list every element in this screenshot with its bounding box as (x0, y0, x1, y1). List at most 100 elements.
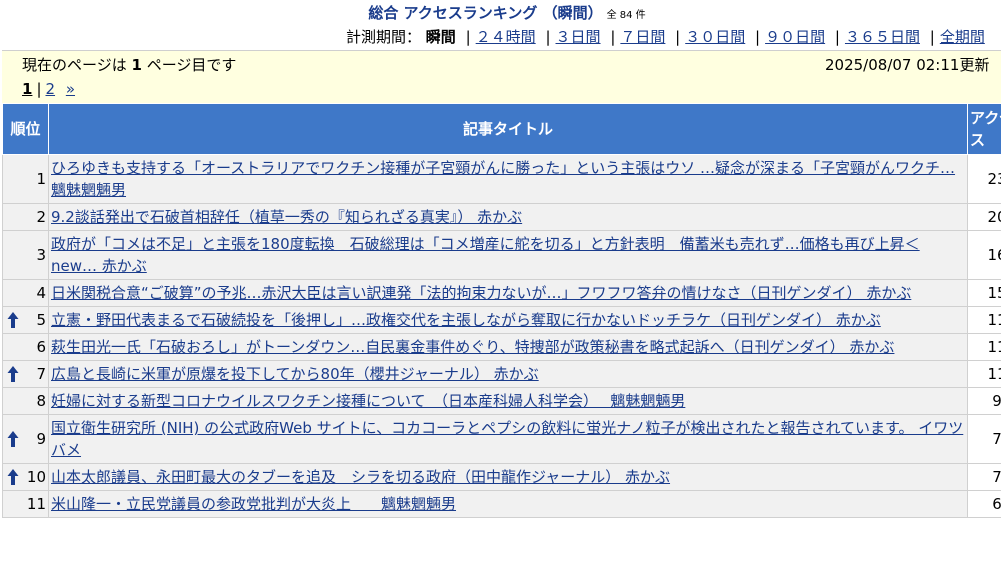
period-link-7d[interactable]: ７日間 (620, 28, 665, 46)
current-page-text: 現在のページは 1 ページ目です (22, 54, 236, 76)
article-link[interactable]: 妊婦に対する新型コロナウイルスワクチン接種について （日本産科婦人科学会） 魑魅… (51, 392, 685, 410)
table-row: 1 ひろゆきも支持する「オーストラリアでワクチン接種が子宮頸がんに勝った」という主… (2, 154, 1001, 204)
table-row: 2 9.2談話発出で石破首相辞任（植草一秀の『知られざる真実』） 赤かぶ 20 (2, 203, 1001, 231)
article-link[interactable]: 萩生田光一氏「石破おろし」がトーンダウン…自民裏金事件めぐり、特捜部が政策秘書を… (51, 338, 894, 356)
table-row: 11 米山隆一・立民党議員の参政党批判が大炎上 魑魅魍魎男 6 (2, 490, 1001, 518)
access-count: 16 (967, 230, 1001, 280)
table-row: 5 立憲・野田代表まるで石破続投を「後押し」…政権交代を主張しながら奪取に行かない… (2, 306, 1001, 334)
arrow-up-icon (7, 469, 19, 485)
rank-cell: 5 (2, 306, 49, 334)
rank-number: 4 (36, 284, 46, 302)
title-cell: 広島と長崎に米軍が原爆を投下してから80年（櫻井ジャーナル） 赤かぶ (48, 360, 968, 388)
ranking-table: 順位 記事タイトル アクセス 1 ひろゆきも支持する「オーストラリアでワクチン接種… (2, 103, 1001, 518)
rank-number: 2 (36, 208, 46, 226)
separator: | (610, 28, 616, 46)
current-page-suffix: ページ目です (146, 56, 237, 74)
title-cell: 妊婦に対する新型コロナウイルスワクチン接種について （日本産科婦人科学会） 魑魅… (48, 387, 968, 415)
access-count: 11 (967, 333, 1001, 361)
pagination-current: 1 (22, 80, 33, 98)
pagination-next[interactable]: » (66, 80, 75, 98)
article-link[interactable]: 国立衛生研究所 (NIH) の公式政府Web サイトに、コカコーラとペプシの飲料… (51, 419, 963, 459)
rank-number: 6 (36, 338, 46, 356)
header-rank: 順位 (2, 103, 49, 155)
rank-cell: 1 (2, 154, 49, 204)
title-cell: 9.2談話発出で石破首相辞任（植草一秀の『知られざる真実』） 赤かぶ (48, 203, 968, 231)
table-row: 8 妊婦に対する新型コロナウイルスワクチン接種について （日本産科婦人科学会） 魑… (2, 387, 1001, 415)
access-count: 15 (967, 279, 1001, 307)
rank-cell: 11 (2, 490, 49, 518)
table-row: 10 山本太郎議員、永田町最大のタブーを追及 シラを切る政府（田中龍作ジャーナル）… (2, 463, 1001, 491)
period-link-365d[interactable]: ３６５日間 (845, 28, 920, 46)
rank-number: 7 (36, 365, 46, 383)
rank-number: 9 (36, 430, 46, 448)
table-row: 9 国立衛生研究所 (NIH) の公式政府Web サイトに、コカコーラとペプシの飲… (2, 414, 1001, 464)
separator: | (755, 28, 761, 46)
arrow-up-icon (7, 366, 19, 382)
rank-cell: 9 (2, 414, 49, 464)
arrow-up-icon (7, 431, 19, 447)
pagination-page-2[interactable]: 2 (46, 80, 56, 98)
access-count: 11 (967, 306, 1001, 334)
access-count: 9 (967, 387, 1001, 415)
article-link[interactable]: 立憲・野田代表まるで石破続投を「後押し」…政権交代を主張しながら奪取に行かないド… (51, 311, 881, 329)
rank-number: 11 (26, 495, 46, 513)
ranking-rows: 1 ひろゆきも支持する「オーストラリアでワクチン接種が子宮頸がんに勝った」という主… (2, 154, 1001, 518)
article-link[interactable]: 9.2談話発出で石破首相辞任（植草一秀の『知られざる真実』） 赤かぶ (51, 208, 522, 226)
period-link-all[interactable]: 全期間 (940, 28, 985, 46)
rank-number: 5 (36, 311, 46, 329)
rank-number: 10 (26, 468, 46, 486)
title-cell: 萩生田光一氏「石破おろし」がトーンダウン…自民裏金事件めぐり、特捜部が政策秘書を… (48, 333, 968, 361)
rank-cell: 7 (2, 360, 49, 388)
period-link-90d[interactable]: ９０日間 (765, 28, 825, 46)
access-count: 6 (967, 490, 1001, 518)
article-link[interactable]: 山本太郎議員、永田町最大のタブーを追及 シラを切る政府（田中龍作ジャーナル） 赤… (51, 468, 670, 486)
table-row: 6 萩生田光一氏「石破おろし」がトーンダウン…自民裏金事件めぐり、特捜部が政策秘書… (2, 333, 1001, 361)
rank-number: 3 (36, 246, 46, 264)
rank-cell: 6 (2, 333, 49, 361)
access-count: 7 (967, 463, 1001, 491)
title-row: 総合 アクセスランキング （瞬間）全 84 件 (0, 3, 1001, 26)
access-count: 7 (967, 414, 1001, 464)
separator: | (545, 28, 551, 46)
period-link-30d[interactable]: ３０日間 (685, 28, 745, 46)
title-cell: 日米関税合意“ご破算”の予兆…赤沢大臣は言い訳連発「法的拘束力ないが…」フワフワ… (48, 279, 968, 307)
period-selector: 計測期間： 瞬間 | ２４時間 | ３日間 | ７日間 | ３０日間 | ９０日間 | ３６… (346, 27, 985, 47)
title-cell: ひろゆきも支持する「オーストラリアでワクチン接種が子宮頸がんに勝った」という主張… (48, 154, 968, 204)
article-link[interactable]: 日米関税合意“ご破算”の予兆…赤沢大臣は言い訳連発「法的拘束力ないが…」フワフワ… (51, 284, 911, 302)
arrow-up-icon (7, 312, 19, 328)
table-row: 3 政府が「コメは不足」と主張を180度転換 石破総理は「コメ増産に舵を切る」と方… (2, 230, 1001, 280)
rank-cell: 4 (2, 279, 49, 307)
page-info-box: 現在のページは 1 ページ目です 2025/08/07 02:11更新 1 | 2 … (2, 50, 1001, 103)
period-current: 瞬間 (425, 28, 456, 46)
current-page-number: 1 (131, 56, 142, 74)
period-label: 計測期間： (346, 28, 422, 46)
separator: | (834, 28, 840, 46)
title-cell: 立憲・野田代表まるで石破続投を「後押し」…政権交代を主張しながら奪取に行かないド… (48, 306, 968, 334)
table-row: 4 日米関税合意“ご破算”の予兆…赤沢大臣は言い訳連発「法的拘束力ないが…」フワフ… (2, 279, 1001, 307)
article-link[interactable]: 政府が「コメは不足」と主張を180度転換 石破総理は「コメ増産に舵を切る」と方針… (51, 235, 920, 275)
separator: | (929, 28, 935, 46)
title-cell: 米山隆一・立民党議員の参政党批判が大炎上 魑魅魍魎男 (48, 490, 968, 518)
period-link-3d[interactable]: ３日間 (556, 28, 601, 46)
pagination: 1 | 2 » (22, 78, 75, 100)
article-link[interactable]: 広島と長崎に米軍が原爆を投下してから80年（櫻井ジャーナル） 赤かぶ (51, 365, 539, 383)
header-access: アクセス (967, 103, 1001, 155)
access-count: 20 (967, 203, 1001, 231)
page-title: 総合 アクセスランキング （瞬間） (368, 4, 603, 22)
current-page-prefix: 現在のページは (22, 56, 127, 74)
title-cell: 国立衛生研究所 (NIH) の公式政府Web サイトに、コカコーラとペプシの飲料… (48, 414, 968, 464)
access-count: 11 (967, 360, 1001, 388)
rank-cell: 2 (2, 203, 49, 231)
rank-cell: 10 (2, 463, 49, 491)
table-header-row: 順位 記事タイトル アクセス (2, 103, 1001, 155)
title-cell: 政府が「コメは不足」と主張を180度転換 石破総理は「コメ増産に舵を切る」と方針… (48, 230, 968, 280)
title-cell: 山本太郎議員、永田町最大のタブーを追及 シラを切る政府（田中龍作ジャーナル） 赤… (48, 463, 968, 491)
rank-number: 8 (36, 392, 46, 410)
separator: | (36, 80, 42, 98)
rank-number: 1 (36, 170, 46, 188)
rank-cell: 8 (2, 387, 49, 415)
updated-timestamp: 2025/08/07 02:11更新 (825, 56, 990, 74)
period-link-24h[interactable]: ２４時間 (476, 28, 536, 46)
article-link[interactable]: 米山隆一・立民党議員の参政党批判が大炎上 魑魅魍魎男 (51, 495, 456, 513)
article-link[interactable]: ひろゆきも支持する「オーストラリアでワクチン接種が子宮頸がんに勝った」という主張… (51, 159, 955, 199)
